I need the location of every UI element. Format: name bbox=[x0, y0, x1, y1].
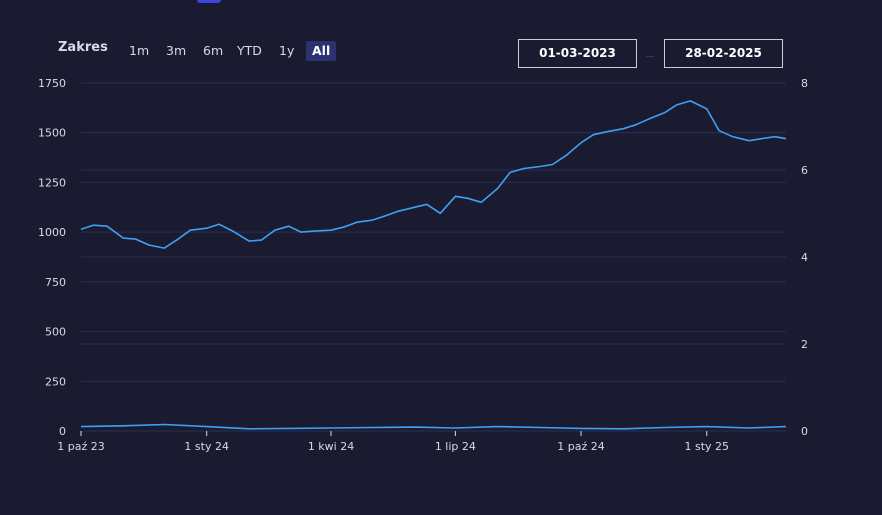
x-tick-label: 1 sty 24 bbox=[184, 440, 229, 453]
y-left-tick-label: 500 bbox=[45, 326, 66, 339]
y-right-tick-label: 6 bbox=[801, 164, 808, 177]
y-right-tick-label: 2 bbox=[801, 338, 808, 351]
y-left-tick-label: 1750 bbox=[38, 77, 66, 90]
x-tick-label: 1 sty 25 bbox=[684, 440, 729, 453]
y-left-tick-label: 750 bbox=[45, 276, 66, 289]
line-chart: 0 250 500 750 1000 1250 1500 1750 0 2 4 6 8 1 paź 23 1… bbox=[38, 77, 808, 453]
y-right-tick-label: 0 bbox=[801, 425, 808, 438]
y-left-tick-label: 0 bbox=[59, 425, 66, 438]
series-line-2 bbox=[80, 423, 787, 430]
y-left-tick-label: 250 bbox=[45, 375, 66, 388]
x-tick-label: 1 paź 24 bbox=[557, 440, 605, 453]
x-tick-label: 1 kwi 24 bbox=[308, 440, 354, 453]
y-right-tick-label: 4 bbox=[801, 251, 808, 264]
x-tick-label: 1 lip 24 bbox=[435, 440, 476, 453]
series-line-1 bbox=[80, 100, 787, 249]
y-right-tick-label: 8 bbox=[801, 77, 808, 90]
x-tick-label: 1 paź 23 bbox=[57, 440, 105, 453]
y-left-tick-label: 1250 bbox=[38, 176, 66, 189]
y-left-tick-label: 1500 bbox=[38, 127, 66, 140]
y-left-tick-label: 1000 bbox=[38, 226, 66, 239]
